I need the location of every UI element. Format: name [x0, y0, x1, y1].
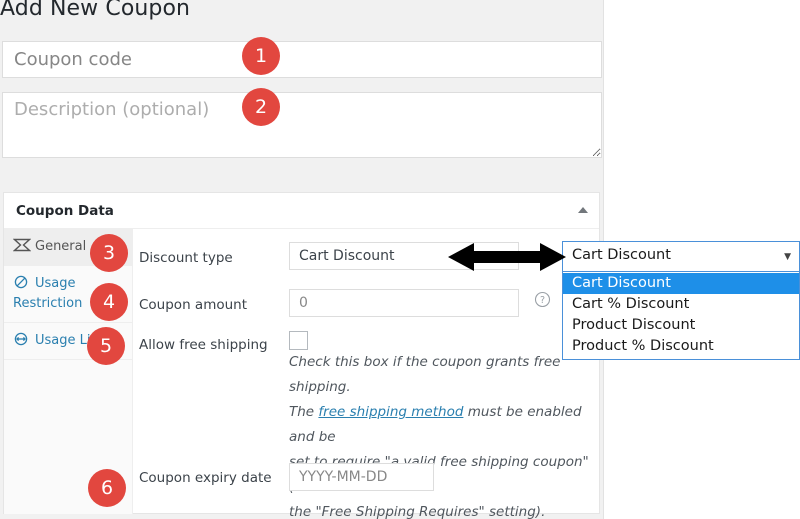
- allow-free-shipping-label: Allow free shipping: [139, 337, 268, 353]
- coupon-code-input[interactable]: [2, 41, 602, 78]
- annotation-badge-5: 5: [87, 327, 125, 365]
- free-shipping-help-text: Check this box if the coupon grants free…: [289, 350, 589, 519]
- discount-type-dropdown-value: Cart Discount: [572, 247, 671, 263]
- dropdown-option-product-discount[interactable]: Product Discount: [563, 315, 799, 336]
- svg-text:?: ?: [540, 295, 545, 306]
- panel-title: Coupon Data: [16, 203, 114, 219]
- annotation-badge-2: 2: [242, 88, 280, 126]
- dropdown-option-product-percent-discount[interactable]: Product % Discount: [563, 336, 799, 357]
- help-line-1: Check this box if the coupon grants free…: [289, 354, 561, 395]
- coupon-amount-input[interactable]: [289, 289, 519, 317]
- discount-type-dropdown[interactable]: Cart Discount ▼ Cart Discount Cart % Dis…: [562, 241, 800, 360]
- allow-free-shipping-checkbox[interactable]: [289, 331, 308, 350]
- ticket-icon: [13, 238, 31, 252]
- dropdown-option-cart-percent-discount[interactable]: Cart % Discount: [563, 294, 799, 315]
- chevron-up-icon[interactable]: [578, 207, 588, 213]
- free-shipping-method-link[interactable]: free shipping method: [318, 404, 463, 420]
- triangle-down-icon: ▼: [784, 252, 791, 262]
- coupon-data-fields: Discount type Coupon amount ? Allow free…: [134, 229, 599, 519]
- help-line-4: the "Free Shipping Requires" setting).: [289, 504, 546, 519]
- coupon-data-panel-header: Coupon Data: [4, 193, 599, 229]
- annotation-badge-4: 4: [90, 283, 128, 321]
- coupon-expiry-date-input[interactable]: [289, 463, 434, 491]
- discount-type-label: Discount type: [139, 250, 233, 266]
- annotation-badge-1: 1: [242, 37, 280, 75]
- discount-type-option-list: Cart Discount Cart % Discount Product Di…: [562, 272, 800, 360]
- question-mark-icon[interactable]: ?: [534, 291, 551, 308]
- coupon-amount-label: Coupon amount: [139, 297, 248, 313]
- coupon-description-textarea[interactable]: [2, 92, 602, 158]
- no-entry-icon: [13, 275, 31, 289]
- discount-type-dropdown-button[interactable]: Cart Discount ▼: [562, 241, 800, 272]
- page-title: Add New Coupon: [0, 0, 191, 21]
- screenshot-root: Add New Coupon Coupon Data General: [0, 0, 800, 519]
- annotation-badge-6: 6: [88, 469, 126, 507]
- sidebar-item-label: Usage Li: [35, 333, 91, 348]
- coupon-expiry-date-label: Coupon expiry date: [139, 470, 272, 486]
- sidebar-item-label: General: [35, 239, 87, 254]
- help-line-2-pre: The: [289, 404, 319, 420]
- usage-limits-icon: [13, 332, 31, 346]
- dropdown-option-cart-discount[interactable]: Cart Discount: [563, 273, 799, 294]
- annotation-badge-3: 3: [90, 234, 128, 272]
- discount-type-select[interactable]: [289, 242, 519, 270]
